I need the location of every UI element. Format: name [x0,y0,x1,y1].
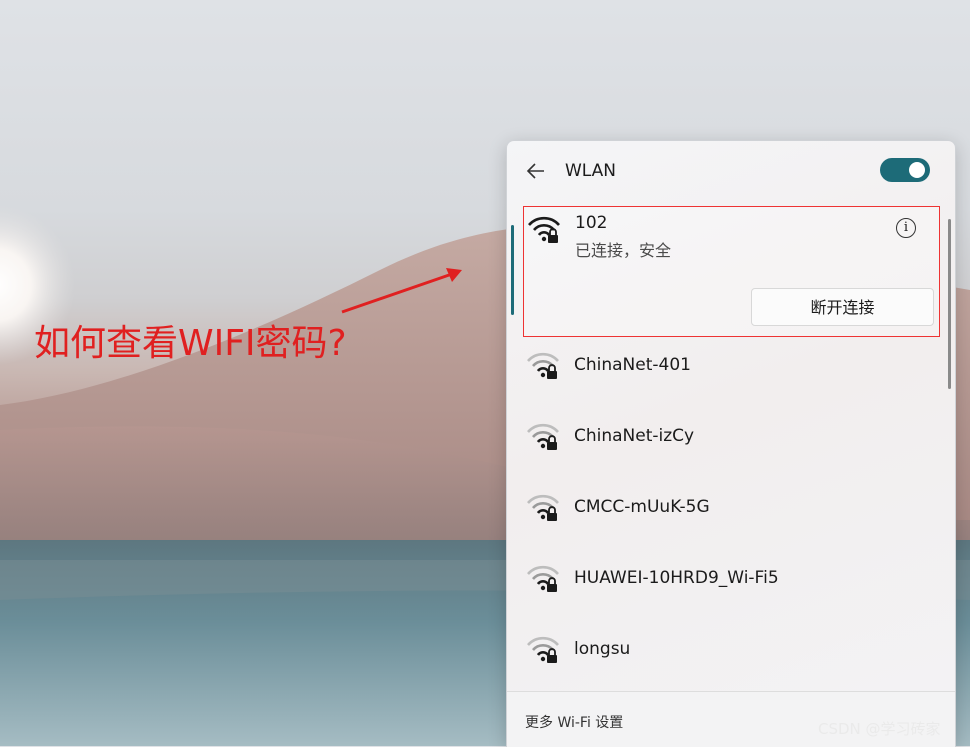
wifi-secured-icon [528,216,560,243]
watermark: CSDN @学习砖家 [818,720,941,738]
disconnect-button[interactable]: 断开连接 [751,288,934,326]
info-icon[interactable]: i [896,218,916,238]
connected-network-status: 已连接，安全 [575,241,672,260]
connected-network-item[interactable]: 102 已连接，安全 i 断开连接 [523,206,940,337]
network-name: ChinaNet-401 [574,355,691,375]
network-list-item[interactable]: ChinaNet-izCy [523,408,940,468]
network-name: CMCC-mUuK-5G [574,497,710,517]
toggle-knob [909,162,925,178]
network-name: ChinaNet-izCy [574,426,695,446]
panel-title: WLAN [565,161,617,181]
wifi-secured-icon [527,352,559,379]
network-list-item[interactable]: HUAWEI-10HRD9_Wi-Fi5 [523,550,940,610]
network-list-item[interactable]: ChinaNet-401 [523,337,940,397]
more-wifi-settings-link[interactable]: 更多 Wi-Fi 设置 [525,712,623,732]
annotation-text: 如何查看WIFI密码? [34,323,347,364]
selection-indicator [511,225,514,315]
wlan-flyout-panel: WLAN 102 已连接，安全 i 断开连接 ChinaNet-401 China… [506,140,956,747]
network-list-item[interactable]: longsu [523,621,940,681]
network-list-item[interactable]: CMCC-mUuK-5G [523,479,940,539]
panel-header: WLAN [507,141,955,203]
wifi-secured-icon [527,423,559,450]
wifi-secured-icon [527,565,559,592]
network-name: HUAWEI-10HRD9_Wi-Fi5 [574,568,779,588]
scrollbar-thumb[interactable] [948,219,951,389]
network-name: longsu [574,639,631,659]
connected-network-name: 102 [575,213,608,233]
wifi-secured-icon [527,494,559,521]
back-arrow-icon[interactable] [525,160,547,182]
wlan-toggle[interactable] [880,158,930,182]
wifi-secured-icon [527,636,559,663]
